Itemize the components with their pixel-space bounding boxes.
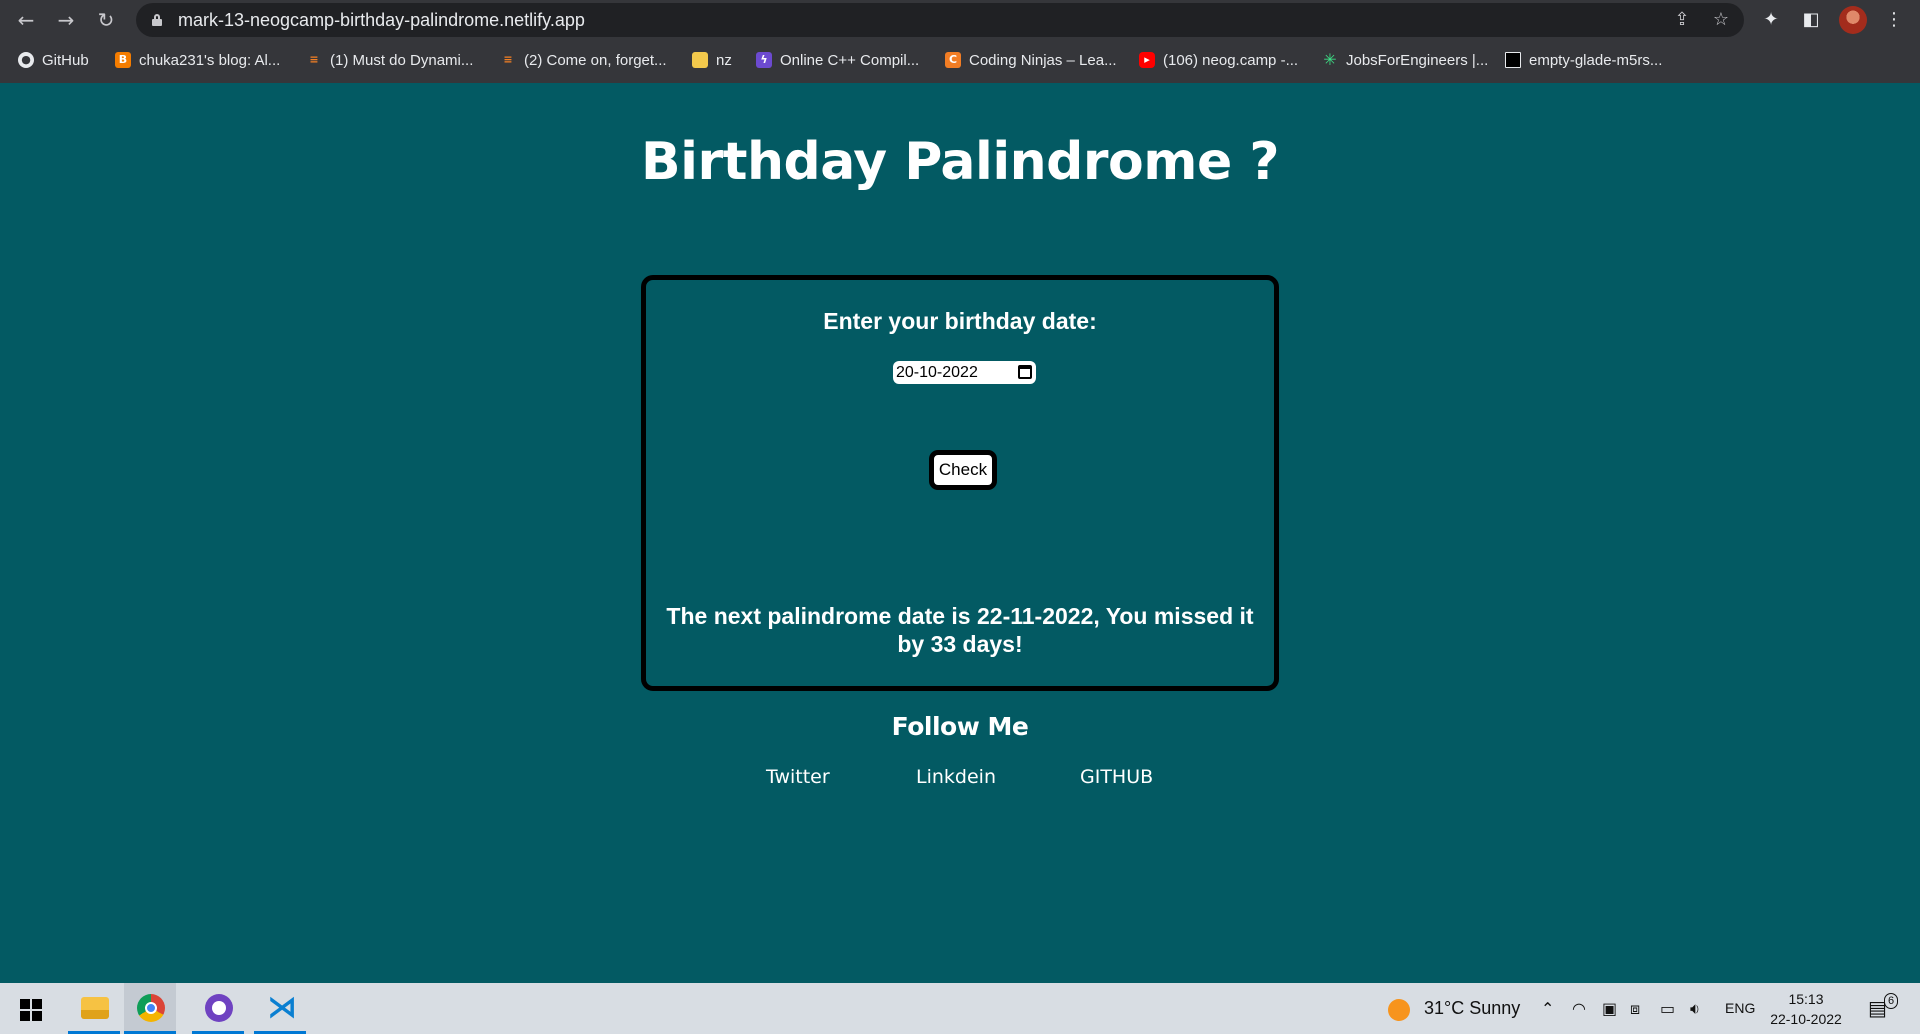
bookmark-label: empty-glade-m5rs... (1529, 51, 1663, 69)
result-message: The next palindrome date is 22-11-2022, … (666, 603, 1254, 657)
github-desktop-icon[interactable] (192, 983, 244, 1034)
check-button[interactable]: Check (929, 450, 997, 490)
url-text[interactable]: mark-13-neogcamp-birthday-palindrome.net… (178, 3, 585, 37)
replit-bolt-icon: ϟ (756, 52, 772, 68)
clock[interactable]: 15:13 22-10-2022 (1762, 989, 1850, 1029)
bookmark-item[interactable]: ≡ (1) Must do Dynami... (306, 44, 473, 76)
bookmark-label: (106) neog.camp -... (1163, 51, 1299, 69)
bookmark-item[interactable]: ϟ Online C++ Compil... (756, 44, 919, 76)
bookmark-label: Coding Ninjas – Lea... (969, 51, 1117, 69)
bookmark-item[interactable]: ● GitHub (18, 44, 89, 76)
bookmark-item[interactable]: ▸ (106) neog.camp -... (1139, 44, 1298, 76)
clock-date: 22-10-2022 (1770, 1011, 1842, 1027)
browser-chrome: ← → ↻ mark-13-neogcamp-birthday-palindro… (0, 0, 1920, 83)
extensions-icon[interactable]: ✦ (1757, 6, 1785, 34)
bookmark-item[interactable]: ≡ (2) Come on, forget... (500, 44, 667, 76)
square-icon (1505, 52, 1521, 68)
clock-time: 15:13 (1788, 991, 1824, 1007)
palindrome-form-card: Enter your birthday date: 20-10-2022 Che… (641, 275, 1279, 691)
weather-text[interactable]: 31°C Sunny (1424, 983, 1520, 1034)
coding-ninjas-icon: C (945, 52, 961, 68)
github-link[interactable]: GITHUB (1080, 766, 1153, 788)
bookmark-label: chuka231's blog: Al... (139, 51, 281, 69)
bookmark-item[interactable]: nz (692, 44, 732, 76)
volume-icon[interactable]: 🔉︎ (1690, 983, 1700, 1034)
calendar-icon[interactable] (1018, 365, 1032, 379)
asterisk-icon: ✳ (1323, 50, 1337, 69)
blogger-icon: B (115, 52, 131, 68)
page-title: Birthday Palindrome ? (641, 132, 1279, 192)
notification-count: 6 (1884, 993, 1899, 1009)
side-panel-icon[interactable]: ◧ (1797, 6, 1825, 34)
vscode-icon[interactable]: ⋊ (254, 983, 306, 1034)
windows-start-icon[interactable] (20, 999, 42, 1021)
battery-icon[interactable]: ▭ (1660, 983, 1675, 1034)
address-bar[interactable]: mark-13-neogcamp-birthday-palindrome.net… (136, 3, 1744, 37)
bookmark-label: JobsForEngineers |... (1346, 51, 1489, 69)
browser-toolbar: ← → ↻ mark-13-neogcamp-birthday-palindro… (0, 0, 1920, 40)
profile-avatar[interactable] (1839, 6, 1867, 34)
follow-heading: Follow Me (891, 712, 1029, 741)
bookmark-label: Online C++ Compil... (780, 51, 920, 69)
birthday-label: Enter your birthday date: (823, 308, 1097, 334)
back-icon[interactable]: ← (12, 6, 40, 34)
star-icon[interactable]: ☆ (1708, 7, 1734, 33)
bookmark-label: (2) Come on, forget... (524, 51, 667, 69)
bookmark-item[interactable]: C Coding Ninjas – Lea... (945, 44, 1117, 76)
bookmarks-bar: ● GitHub B chuka231's blog: Al... ≡ (1) … (0, 44, 1920, 76)
bookmark-item[interactable]: empty-glade-m5rs... (1505, 44, 1662, 76)
folder-icon (692, 52, 708, 68)
share-icon[interactable]: ⇪ (1669, 7, 1695, 33)
stackoverflow-icon: ≡ (503, 53, 513, 66)
device-icon[interactable]: ⧈ (1630, 983, 1640, 1034)
chrome-icon[interactable] (124, 983, 176, 1034)
lock-icon[interactable] (152, 14, 162, 26)
bookmark-item[interactable]: ✳ JobsForEngineers |... (1322, 44, 1488, 76)
forward-icon[interactable]: → (52, 6, 80, 34)
birthday-date-input[interactable]: 20-10-2022 (893, 361, 1036, 384)
meet-icon[interactable]: ▣ (1602, 983, 1617, 1034)
twitter-link[interactable]: Twitter (766, 766, 830, 788)
date-value: 20-10-2022 (896, 364, 978, 381)
bookmark-label: (1) Must do Dynami... (330, 51, 474, 69)
youtube-icon: ▸ (1139, 52, 1155, 68)
bookmark-item[interactable]: B chuka231's blog: Al... (115, 44, 280, 76)
reload-icon[interactable]: ↻ (92, 6, 120, 34)
chevron-up-icon[interactable]: ⌃ (1541, 983, 1554, 1034)
linkedin-link[interactable]: Linkdein (916, 766, 996, 788)
language-indicator[interactable]: ENG (1725, 983, 1755, 1034)
weather-icon[interactable] (1388, 983, 1410, 1034)
wifi-icon[interactable]: ◠ (1572, 983, 1586, 1034)
file-explorer-icon[interactable] (68, 983, 120, 1034)
taskbar: ⋊ 31°C Sunny ⌃ ◠ ▣ ⧈ ▭ 🔉︎ ENG 15:13 22-1… (0, 983, 1920, 1034)
notifications-icon[interactable]: ▤ 6 (1868, 983, 1899, 1034)
stackoverflow-icon: ≡ (309, 53, 319, 66)
github-icon: ● (18, 52, 34, 68)
bookmark-label: GitHub (42, 51, 89, 69)
menu-kebab-icon[interactable]: ⋮ (1880, 6, 1908, 34)
bookmark-label: nz (716, 51, 732, 69)
